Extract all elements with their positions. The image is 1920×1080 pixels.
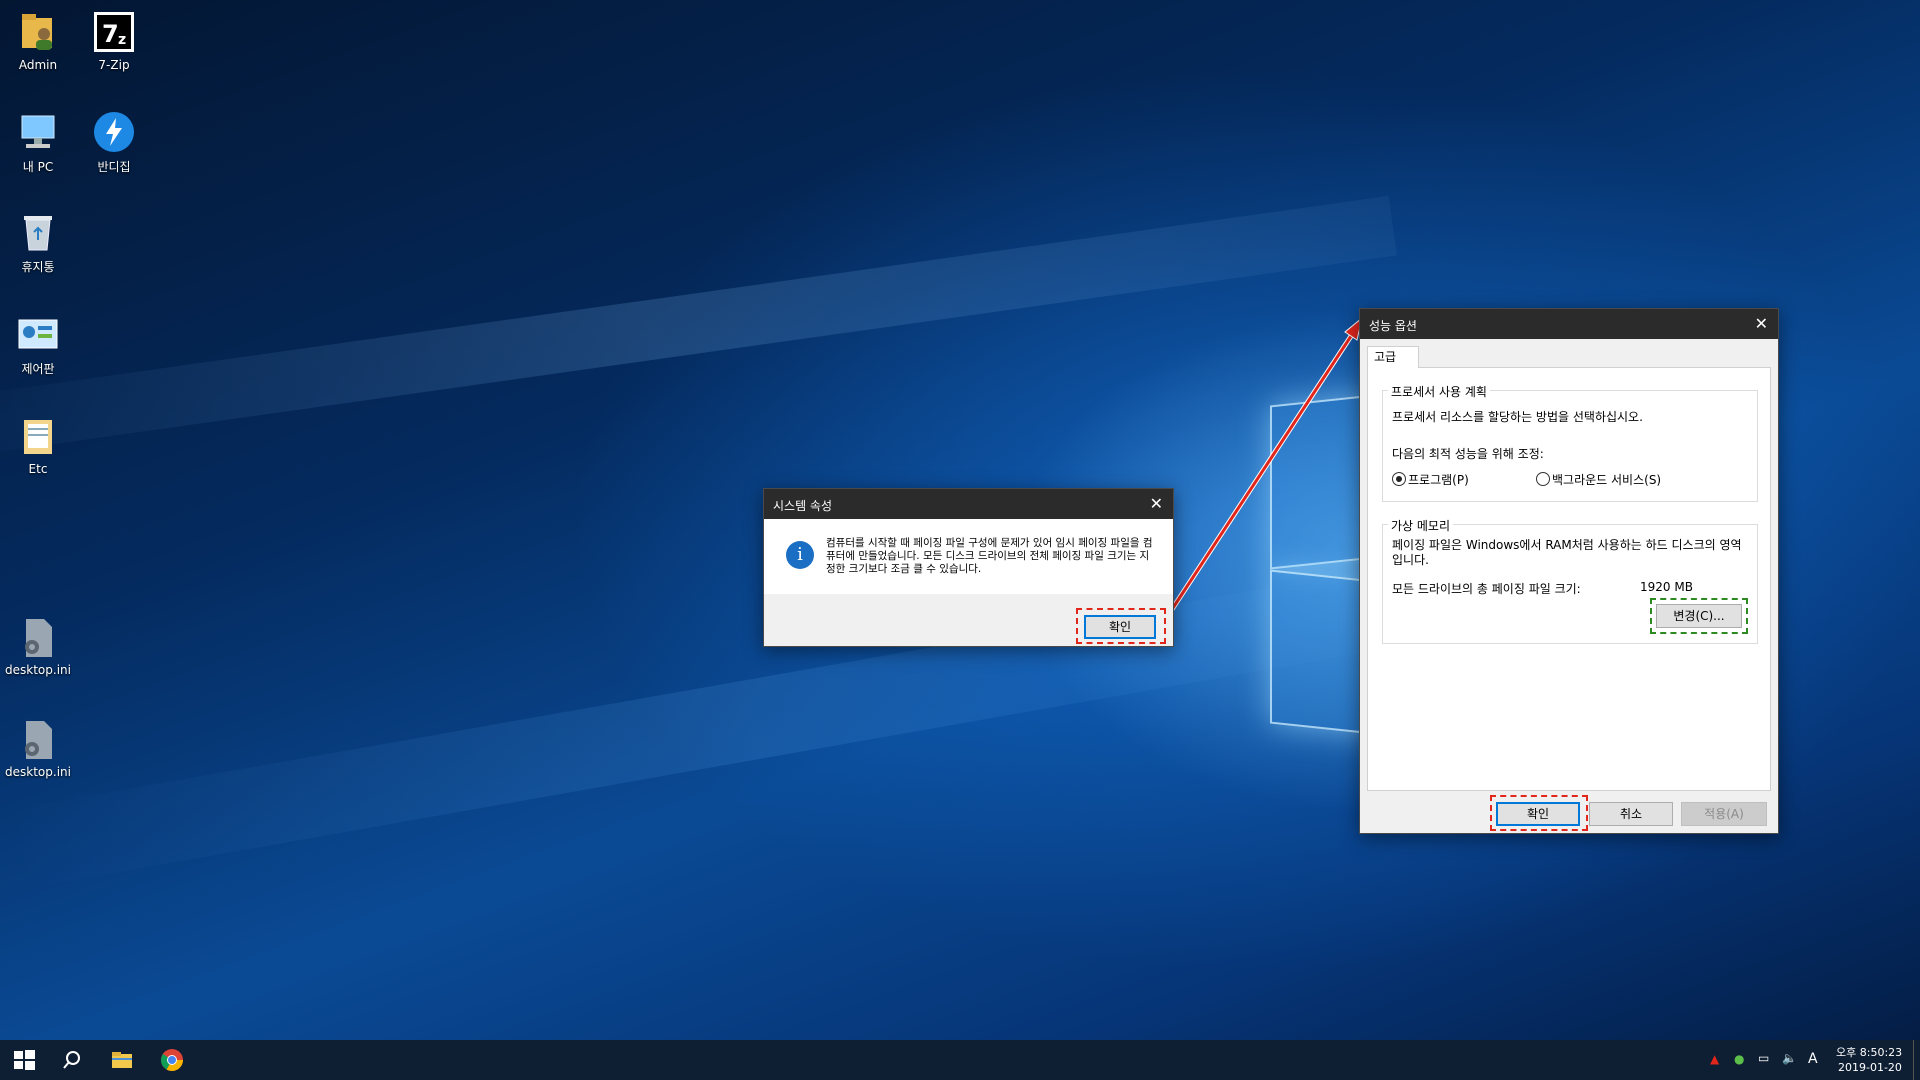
clock-date[interactable]: 2019-01-20	[1838, 1061, 1902, 1074]
radio-programs-label[interactable]: 프로그램(P)	[1408, 471, 1469, 488]
chrome-icon[interactable]	[158, 1046, 186, 1074]
show-desktop-button[interactable]	[1913, 1040, 1920, 1080]
info-icon: i	[786, 541, 814, 569]
adjust-label: 다음의 최적 성능을 위해 조정:	[1392, 447, 1544, 461]
annotation-highlight-red	[1076, 608, 1166, 644]
tab-panel: 프로세서 사용 계획 프로세서 리소스를 할당하는 방법을 선택하십시오. 다음…	[1367, 367, 1771, 791]
virtual-memory-description: 페이징 파일은 Windows에서 RAM처럼 사용하는 하드 디스크의 영역입…	[1392, 538, 1742, 567]
annotation-highlight-green	[1650, 598, 1748, 634]
dialog-titlebar: 시스템 속성 ✕	[764, 489, 1173, 519]
radio-programs[interactable]	[1392, 472, 1406, 486]
performance-options-dialog: 성능 옵션 ✕ 고급 프로세서 사용 계획 프로세서 리소스를 할당하는 방법을…	[1359, 308, 1779, 834]
processor-description: 프로세서 리소스를 할당하는 방법을 선택하십시오.	[1392, 410, 1643, 424]
virtual-memory-group-title: 가상 메모리	[1388, 517, 1454, 534]
network-tray-icon[interactable]: ▲	[1710, 1052, 1719, 1066]
radio-background-label[interactable]: 백그라운드 서비스(S)	[1552, 471, 1661, 488]
file-explorer-icon[interactable]	[108, 1046, 136, 1074]
cancel-button[interactable]: 취소	[1589, 802, 1673, 826]
dialog-title: 성능 옵션	[1369, 319, 1417, 333]
system-properties-dialog: 시스템 속성 ✕ i 컴퓨터를 시작할 때 페이징 파일 구성에 문제가 있어 …	[763, 488, 1174, 647]
search-icon[interactable]	[58, 1046, 86, 1074]
dialog-titlebar: 성능 옵션 ✕	[1360, 309, 1778, 339]
radio-background[interactable]	[1536, 472, 1550, 486]
speaker-tray-icon[interactable]: 🔈	[1782, 1051, 1797, 1065]
dialog-title: 시스템 속성	[773, 499, 833, 513]
annotation-highlight-red	[1490, 795, 1588, 831]
ime-indicator[interactable]: A	[1808, 1051, 1818, 1067]
close-icon[interactable]: ✕	[1755, 314, 1768, 333]
close-icon[interactable]: ✕	[1150, 494, 1163, 513]
processor-group-title: 프로세서 사용 계획	[1388, 383, 1490, 400]
total-paging-value: 1920 MB	[1640, 580, 1693, 594]
apply-button[interactable]: 적용(A)	[1681, 802, 1767, 826]
total-paging-label: 모든 드라이브의 총 페이징 파일 크기:	[1392, 582, 1581, 596]
radio-selected-dot	[1396, 476, 1402, 482]
taskbar: ▲ ● ▭ 🔈 A 오후 8:50:23 2019-01-20	[0, 1040, 1920, 1080]
windows-start-icon[interactable]	[10, 1046, 38, 1074]
app-tray-icon[interactable]: ●	[1734, 1052, 1744, 1066]
dialog-message: 컴퓨터를 시작할 때 페이징 파일 구성에 문제가 있어 임시 페이징 파일을 …	[826, 537, 1153, 575]
clock-time[interactable]: 오후 8:50:23	[1836, 1044, 1902, 1060]
monitor-tray-icon[interactable]: ▭	[1758, 1051, 1769, 1065]
dialog-body: i 컴퓨터를 시작할 때 페이징 파일 구성에 문제가 있어 임시 페이징 파일…	[764, 519, 1173, 594]
tab-advanced[interactable]: 고급	[1367, 346, 1419, 368]
